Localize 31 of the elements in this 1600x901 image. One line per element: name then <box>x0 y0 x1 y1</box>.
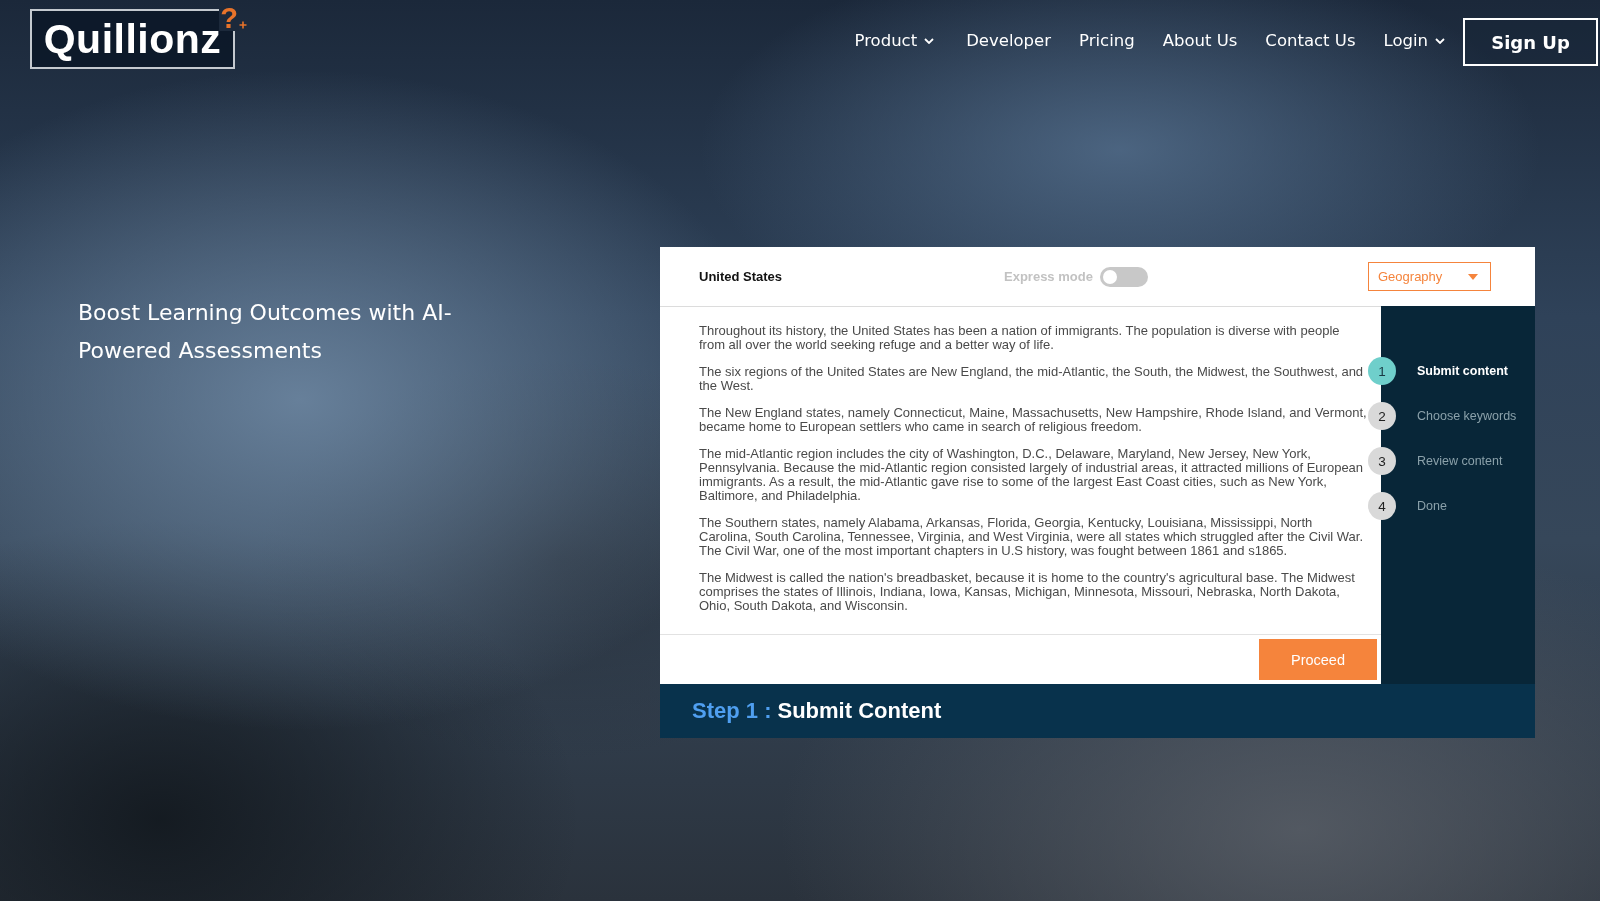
plus-icon <box>239 21 247 29</box>
nav-link[interactable]: Product <box>854 31 935 50</box>
paragraph: The mid-Atlantic region includes the city of Washington, D.C., Delaware, Maryland, New Jersey, New York, Pennsylvania. Because the mid-Atlantic region consisted largely of industrial areas, it attracted millions of European immigrants. As a result, the mid-Atlantic gave rise to some of the largest East Coast cities, such as New York, Baltimore, and Philadelphia. <box>699 447 1365 503</box>
paragraph: The Midwest is called the nation's breadbasket, because it is home to the country's agricultural base. The Midwest comprises the states of Illinois, Indiana, Iowa, Kansas, Michigan, Minnesota, Missouri, Nebraska, North Dakota, Ohio, South Dakota, and Wisconsin. <box>699 571 1356 613</box>
paragraph: The six regions of the United States are New England, the mid-Atlantic, the South, the Midwest, the Southwest, and the West. <box>699 365 1365 393</box>
document-title: United States <box>699 269 784 284</box>
step-number: 2 <box>1368 402 1396 430</box>
express-mode-toggle[interactable] <box>1099 266 1148 287</box>
step-number: 3 <box>1368 447 1396 475</box>
express-mode-label: Express mode <box>1004 269 1093 284</box>
step-number: 1 <box>1368 357 1396 385</box>
nav-link[interactable]: Login <box>1383 31 1445 50</box>
paragraph: Throughout its history, the United States has been a nation of immigrants. The population is diverse with people from all over the world seeking refuge and a better way of life. <box>699 324 1341 352</box>
nav-link[interactable]: Developer <box>966 31 1052 50</box>
nav-link[interactable]: Pricing <box>1079 31 1135 50</box>
caret-down-icon <box>1468 273 1478 280</box>
nav-link[interactable]: Contact Us <box>1265 31 1356 50</box>
paragraph: The New England states, namely Connecticut, Maine, Massachusetts, New Hampshire, Rhode Island, and Vermont, became home to European settlers who came in search of religious freedom. <box>699 406 1367 434</box>
step-label[interactable]: Submit content <box>1417 364 1508 378</box>
paragraph: The Southern states, namely Alabama, Arkansas, Florida, Georgia, Kentucky, Louisiana, Mississippi, North Carolina, South Carolina, Tennessee, Virginia, and West Virginia, were all states which struggled after the Civil War. The Civil War, one of the most important chapters in U.S history, was fought between 1861 and s1865. <box>699 516 1365 558</box>
logo-question-mark: ? <box>219 5 239 31</box>
step-number-label: Step 1 : <box>692 698 772 724</box>
step-label[interactable]: Done <box>1417 499 1447 513</box>
step-label[interactable]: Review content <box>1417 454 1503 468</box>
sign-up-button[interactable]: Sign Up <box>1463 18 1598 66</box>
logo-wordmark: Quillionz <box>43 17 222 61</box>
step-title: Submit Content <box>777 698 942 724</box>
step-number: 4 <box>1368 492 1396 520</box>
hero-headline: Boost Learning Outcomes with AI-Powered Assessments <box>78 299 453 365</box>
nav-link[interactable]: About Us <box>1162 31 1238 50</box>
step-label[interactable]: Choose keywords <box>1417 409 1517 423</box>
